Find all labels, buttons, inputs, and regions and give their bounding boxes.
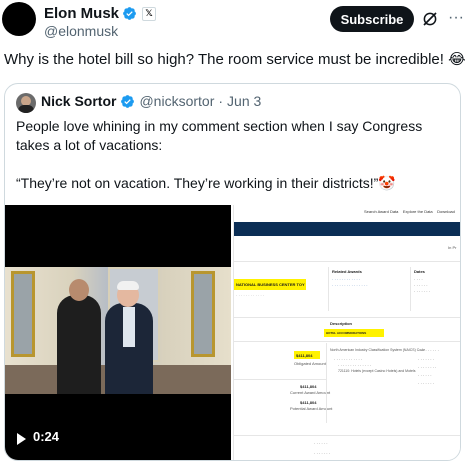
doc-amount-label: Current Award Amount <box>290 390 331 395</box>
author-display-name[interactable]: Elon Musk <box>44 5 119 22</box>
quoted-author-name: Nick Sortor <box>41 93 117 109</box>
separator-dot: · <box>218 93 224 109</box>
post-header: Elon Musk 𝕏 @elonmusk Subscribe ··· <box>0 0 468 44</box>
doc-highlight-text: HOTEL ACCOMMODATIONS <box>326 331 367 335</box>
doc-nav-item: Download <box>437 209 455 214</box>
doc-description: Description <box>330 321 353 326</box>
quoted-post-text: People love whining in my comment sectio… <box>16 117 456 212</box>
quoted-author-avatar <box>16 93 36 113</box>
play-icon[interactable] <box>17 433 26 445</box>
doc-related-awards: Related Awards <box>332 269 362 274</box>
doc-nav-item: Explore the Data <box>402 209 433 214</box>
doc-amount: $411,804 <box>300 400 317 405</box>
doc-header-bar <box>234 222 460 236</box>
grok-icon[interactable] <box>421 10 439 28</box>
video-duration: 0:24 <box>33 429 60 444</box>
quoted-post-date: Jun 3 <box>227 93 262 109</box>
document-screenshot-image[interactable]: Search Award Data Explore the Data Downl… <box>233 205 460 460</box>
quoted-text-line: People love whining in my comment sectio… <box>16 118 423 153</box>
quoted-text-line: “They’re not on vacation. They’re workin… <box>16 175 396 191</box>
doc-page-label: In Pr <box>448 245 457 250</box>
verified-badge-icon <box>121 94 135 108</box>
doc-dates: Dates <box>414 269 425 274</box>
author-handle[interactable]: @elonmusk <box>44 23 118 39</box>
post-text: Why is the hotel bill so high? The room … <box>4 51 466 68</box>
video-player[interactable]: 0:24 <box>5 205 231 460</box>
author-avatar[interactable] <box>2 2 36 36</box>
doc-hotels: 721110: Hotels (except Casino Hotels) an… <box>338 369 416 373</box>
doc-amount-label: Obligated Amount <box>294 361 326 366</box>
doc-nav: Search Award Data Explore the Data Downl… <box>364 209 455 214</box>
doc-highlight-text: NATIONAL BUSINESS CENTER TOY <box>236 282 305 287</box>
more-options-icon[interactable]: ··· <box>447 8 465 28</box>
doc-amount: $411,804 <box>300 384 317 389</box>
x-affiliation-icon: 𝕏 <box>142 6 157 21</box>
doc-nav-item: Search Award Data <box>364 209 399 214</box>
verified-badge-icon <box>123 7 136 20</box>
author-name-row: Elon Musk 𝕏 <box>44 5 157 22</box>
doc-amount: $411,804 <box>296 353 313 358</box>
quoted-post-card[interactable]: Nick Sortor @nicksortor · Jun 3 People l… <box>4 83 461 461</box>
subscribe-button[interactable]: Subscribe <box>330 6 414 32</box>
quoted-author-row: Nick Sortor @nicksortor · Jun 3 <box>41 93 261 109</box>
video-thumbnail <box>5 267 231 394</box>
quoted-author-handle: @nicksortor <box>139 93 215 109</box>
doc-naics: North American Industry Classification S… <box>330 348 426 352</box>
